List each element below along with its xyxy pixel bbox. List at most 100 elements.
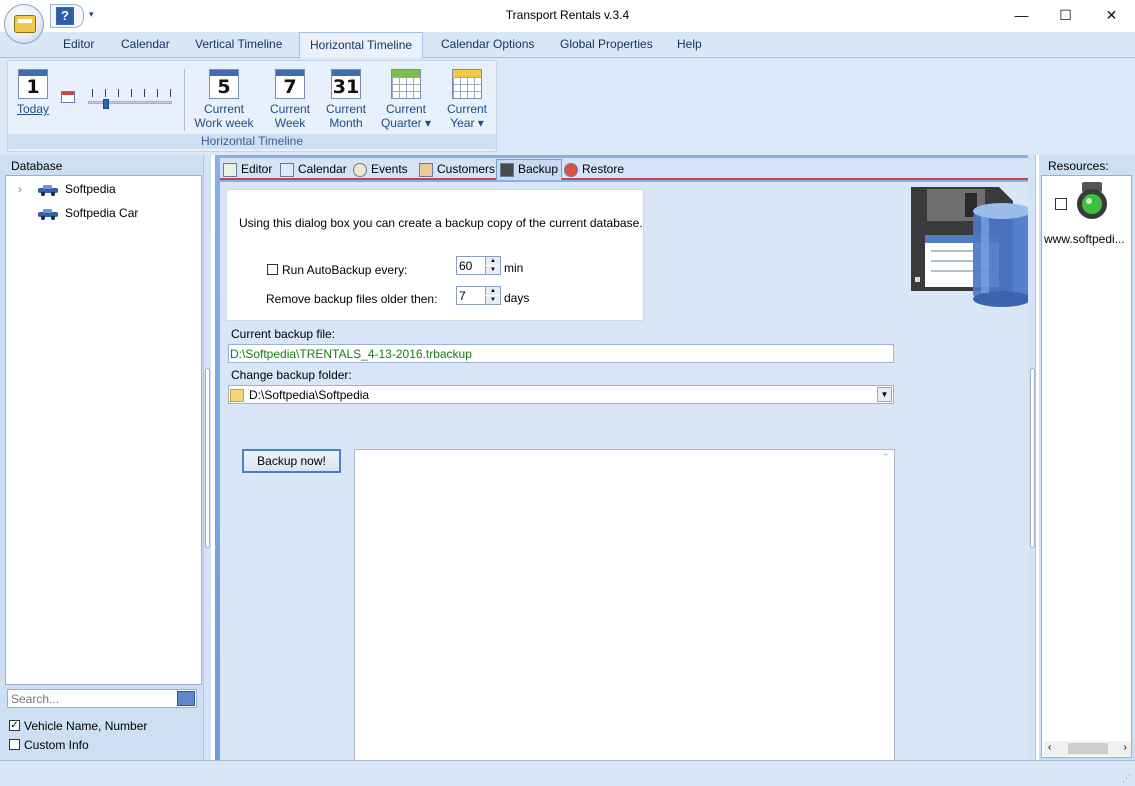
chevron-down-icon[interactable]: ▼ — [877, 387, 892, 402]
log-scrollbar[interactable]: ⌃ ⌄ — [879, 450, 894, 778]
right-splitter[interactable] — [1028, 155, 1036, 760]
button-label: Quarter ▾ — [380, 116, 432, 130]
tab-calendar[interactable]: Calendar — [121, 37, 170, 51]
tab-vertical-timeline[interactable]: Vertical Timeline — [195, 37, 282, 51]
vehicle-name-checkbox[interactable]: ✓ — [9, 720, 20, 731]
resize-grip-icon[interactable]: ⋰ — [1122, 773, 1131, 784]
button-label: Week — [274, 116, 306, 130]
autobackup-value: 60 — [459, 259, 473, 273]
remove-days-value: 7 — [459, 289, 466, 303]
left-collapse-handle[interactable] — [205, 368, 210, 548]
zoom-slider-track[interactable] — [88, 101, 172, 104]
subtab-restore[interactable]: Restore — [564, 161, 624, 180]
spin-down-icon[interactable]: ▼ — [485, 296, 500, 304]
events-clock-icon — [353, 162, 367, 177]
maximize-button[interactable]: ☐ — [1043, 0, 1088, 30]
subtab-events[interactable]: Events — [353, 161, 408, 180]
backup-intro-text: Using this dialog box you can create a b… — [239, 216, 643, 230]
autobackup-label: Run AutoBackup every: — [282, 263, 408, 277]
current-month-button[interactable]: 31 Current Month — [322, 69, 370, 130]
button-label: Year ▾ — [450, 116, 484, 130]
tab-horizontal-timeline[interactable]: Horizontal Timeline — [299, 32, 424, 59]
zoom-slider-thumb[interactable] — [103, 99, 109, 109]
backup-folder-select[interactable]: D:\Softpedia\Softpedia ▼ — [228, 385, 894, 404]
main-content: Editor Calendar Events Customers Backup … — [215, 155, 1031, 779]
tree-item-softpedia-car[interactable]: Softpedia Car — [36, 206, 138, 220]
slider-tick — [170, 89, 171, 97]
small-calendar-icon — [61, 91, 75, 103]
vehicle-name-label: Vehicle Name, Number — [24, 719, 148, 733]
slider-tick — [118, 89, 119, 97]
slider-tick — [131, 89, 132, 97]
calendar-icon — [280, 162, 294, 177]
current-year-button[interactable]: Current Year ▾ — [440, 69, 494, 130]
minimize-button[interactable]: — — [999, 0, 1044, 30]
window-title: Transport Rentals v.3.4 — [505, 8, 630, 22]
current-quarter-button[interactable]: Current Quarter ▾ — [378, 69, 434, 130]
calendar-icon: 31 — [331, 69, 361, 99]
scroll-right-icon[interactable]: › — [1124, 742, 1127, 753]
database-panel-title: Database — [11, 159, 63, 173]
tree-expander-icon[interactable]: › — [18, 182, 22, 196]
button-label: Current — [446, 102, 487, 116]
remove-days-spinner[interactable]: 7 ▲ ▼ — [456, 286, 501, 305]
button-label: Current — [269, 102, 310, 116]
right-collapse-handle[interactable] — [1030, 368, 1035, 548]
left-splitter[interactable] — [203, 155, 211, 760]
autobackup-checkbox[interactable] — [267, 264, 278, 275]
spin-up-icon[interactable]: ▲ — [485, 257, 500, 265]
current-week-button[interactable]: 7 Current Week — [266, 69, 314, 130]
tab-global-properties[interactable]: Global Properties — [560, 37, 653, 51]
subtab-customers[interactable]: Customers — [419, 161, 495, 180]
resources-hscrollbar[interactable]: ‹ › — [1044, 741, 1131, 756]
autobackup-interval-spinner[interactable]: 60 ▲ ▼ — [456, 256, 501, 275]
change-backup-folder-label: Change backup folder: — [231, 368, 352, 382]
subtab-editor[interactable]: Editor — [223, 161, 272, 180]
car-icon — [38, 184, 58, 196]
button-label: Current — [325, 102, 366, 116]
backup-now-button[interactable]: Backup now! — [242, 449, 341, 473]
search-input[interactable] — [7, 689, 197, 708]
tree-item-softpedia[interactable]: Softpedia — [36, 182, 116, 196]
calendar-day-icon: 1 — [18, 69, 48, 99]
floppy-disk-icon — [500, 162, 514, 177]
resource-checkbox[interactable] — [1055, 198, 1067, 210]
tab-help[interactable]: Help — [677, 37, 702, 51]
subtab-calendar[interactable]: Calendar — [280, 161, 347, 180]
sub-tab-bar: Editor Calendar Events Customers Backup … — [220, 158, 1028, 180]
resources-list[interactable]: www.softpedi... ‹ › — [1041, 175, 1132, 758]
backup-database-icon — [911, 187, 1031, 307]
current-backup-file-field[interactable]: D:\Softpedia\TRENTALS_4-13-2016.trbackup — [228, 344, 894, 363]
title-bar: ? ▾ Transport Rentals v.3.4 — ☐ ✕ — [0, 0, 1135, 44]
today-label: Today — [16, 102, 50, 116]
binoculars-search-icon[interactable] — [177, 691, 195, 706]
button-label: Current — [385, 102, 426, 116]
folder-icon — [230, 389, 244, 403]
status-bar: ⋰ — [0, 760, 1135, 786]
spin-up-icon[interactable]: ▲ — [485, 287, 500, 295]
folder-path: D:\Softpedia\Softpedia — [249, 388, 370, 402]
scroll-thumb[interactable] — [1068, 743, 1108, 754]
backup-page: Using this dialog box you can create a b… — [220, 182, 1031, 779]
scroll-up-icon[interactable]: ⌃ — [882, 452, 890, 463]
today-button[interactable]: 1 Today — [13, 69, 53, 116]
editor-icon — [223, 162, 237, 177]
lifebuoy-icon — [564, 162, 578, 177]
tree-item-label: Softpedia Car — [65, 206, 139, 220]
tab-editor[interactable]: Editor — [63, 37, 94, 51]
close-button[interactable]: ✕ — [1089, 0, 1134, 30]
backup-settings-box: Using this dialog box you can create a b… — [226, 189, 644, 321]
tab-calendar-options[interactable]: Calendar Options — [441, 37, 534, 51]
subtab-backup[interactable]: Backup — [496, 159, 563, 180]
ribbon: 1 Today 5 Current Work week 7 Current We… — [0, 58, 1135, 155]
current-work-week-button[interactable]: 5 Current Work week — [193, 69, 255, 130]
spin-down-icon[interactable]: ▼ — [485, 266, 500, 274]
app-menu-button[interactable] — [4, 4, 44, 44]
database-tree[interactable]: › Softpedia Softpedia Car — [5, 175, 202, 685]
backup-log-area[interactable]: ⌃ ⌄ — [354, 449, 895, 779]
custom-info-checkbox[interactable] — [9, 739, 20, 750]
scroll-left-icon[interactable]: ‹ — [1048, 742, 1051, 753]
button-label: Work week — [194, 116, 254, 130]
button-label: Current — [203, 102, 244, 116]
autobackup-unit: min — [504, 261, 524, 275]
